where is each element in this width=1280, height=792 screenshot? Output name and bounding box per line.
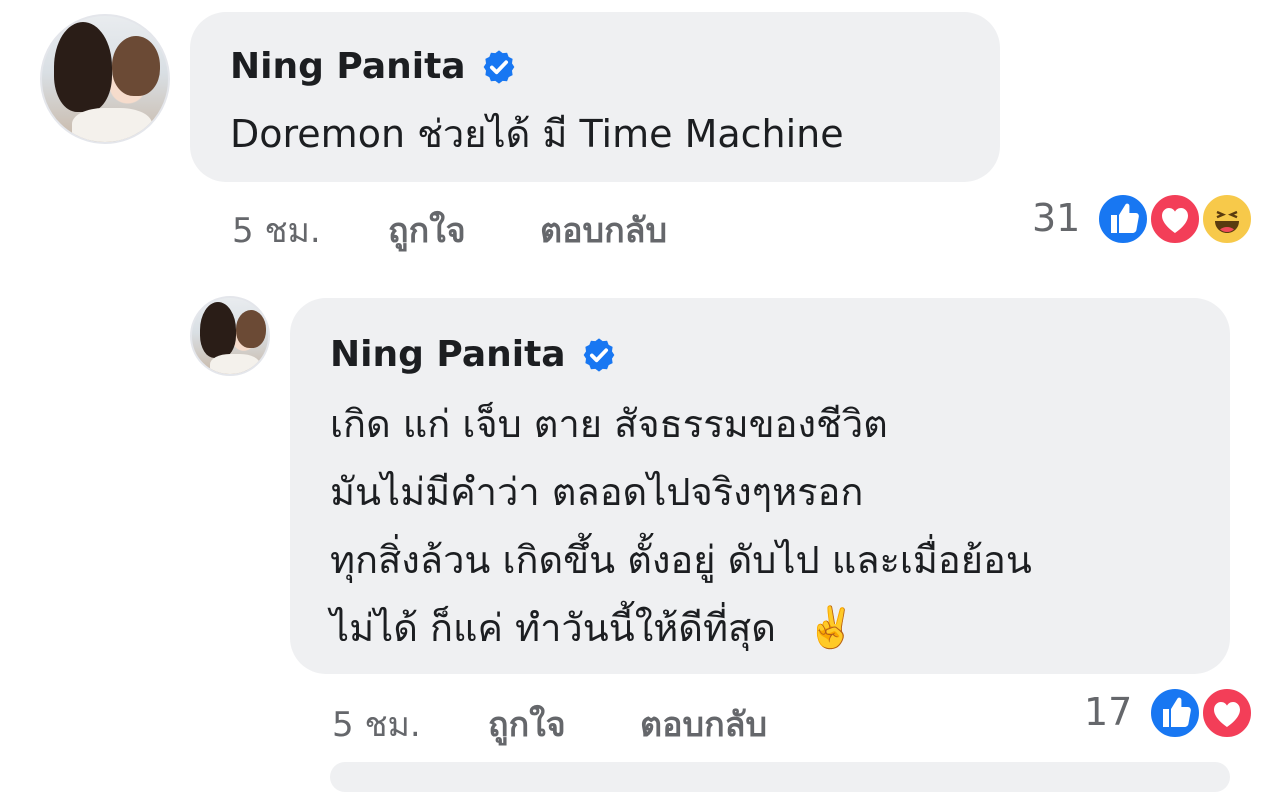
comment-text-line: เกิด แก่ เจ็บ ตาย สัจธรรมของชีวิต: [330, 402, 888, 446]
love-icon[interactable]: [1200, 686, 1254, 740]
avatar[interactable]: [40, 14, 170, 144]
like-icon[interactable]: [1096, 192, 1150, 246]
comment-text: Doremon ช่วยได้ มี Time Machine: [230, 112, 844, 156]
verified-badge-icon: [583, 337, 614, 372]
like-button[interactable]: ถูกใจ: [488, 697, 566, 751]
comment-text-line: มันไม่มีคำว่า ตลอดไปจริงๆหรอก: [330, 470, 864, 514]
comment-text-line: ทุกสิ่งล้วน เกิดขึ้น ตั้งอยู่ ดับไป และเ…: [330, 538, 1032, 582]
comment-time[interactable]: 5 ชม.: [332, 697, 421, 751]
author-name[interactable]: Ning Panita: [230, 46, 466, 87]
comment-author[interactable]: Ning Panita: [230, 46, 518, 87]
next-comment-bubble: [330, 762, 1230, 792]
like-button[interactable]: ถูกใจ: [388, 203, 466, 257]
haha-icon[interactable]: [1200, 192, 1254, 246]
comment-text-line-content: ไม่ได้ ก็แค่ ทำวันนี้ให้ดีที่สุด: [330, 606, 776, 650]
love-icon[interactable]: [1148, 192, 1202, 246]
avatar[interactable]: [190, 296, 270, 376]
reaction-count[interactable]: 31: [1032, 196, 1080, 240]
verified-badge-icon: [483, 49, 514, 84]
comment-author[interactable]: Ning Panita: [330, 334, 618, 375]
reply-button[interactable]: ตอบกลับ: [540, 203, 667, 257]
comment-time[interactable]: 5 ชม.: [232, 203, 321, 257]
reply-button[interactable]: ตอบกลับ: [640, 697, 767, 751]
victory-hand-emoji: ✌️: [806, 605, 856, 651]
like-icon[interactable]: [1148, 686, 1202, 740]
author-name[interactable]: Ning Panita: [330, 334, 566, 375]
reaction-count[interactable]: 17: [1084, 690, 1132, 734]
comment-text-line: ไม่ได้ ก็แค่ ทำวันนี้ให้ดีที่สุด ✌️: [330, 598, 856, 658]
